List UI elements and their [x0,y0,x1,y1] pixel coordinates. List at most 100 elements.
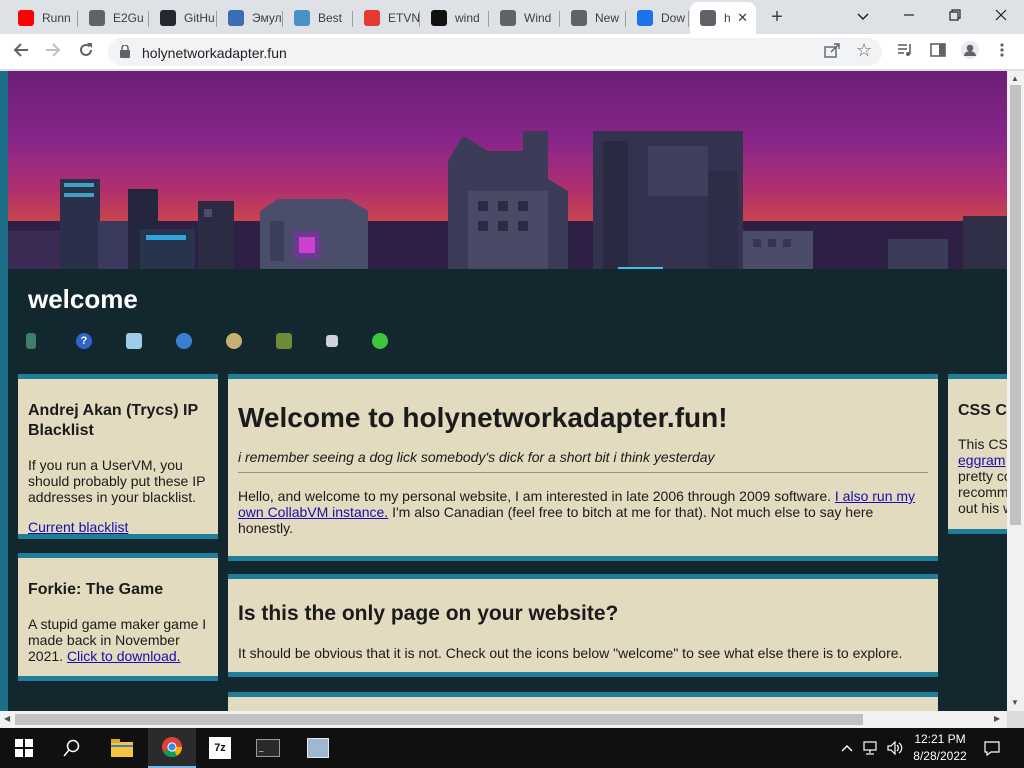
forkie-body: A stupid game maker game I made back in … [28,616,208,664]
tab-2[interactable]: E2Gu [79,2,149,34]
start-button[interactable] [0,728,48,768]
scroll-up-icon[interactable]: ▲ [1011,74,1019,83]
forward-button[interactable] [41,40,65,64]
globe-icon [500,10,516,26]
clock-time: 12:21 PM [914,732,966,746]
tab-separator [488,11,489,27]
forkie-download-link[interactable]: Click to download. [67,648,181,664]
close-window-button[interactable] [978,4,1024,28]
network-status[interactable] [860,728,882,768]
city-skyline-banner [8,71,1007,269]
tab-title: E2Gu [113,11,144,25]
vertical-scrollbar[interactable]: ▲ ▼ [1007,71,1024,711]
tab-title: GitHu [184,11,215,25]
vertical-scroll-thumb[interactable] [1010,85,1021,525]
profile-button[interactable] [958,40,982,64]
tab-10[interactable]: Dow [627,2,689,34]
taskbar-terminal[interactable]: _ [244,728,292,768]
css-heading: CSS C [958,402,1007,419]
tab-separator [282,11,283,27]
tab-11[interactable]: h ✕ [690,2,756,34]
clock-date: 8/28/2022 [913,749,967,763]
taskbar-7zip[interactable]: 7z [196,728,244,768]
horizontal-scroll-thumb[interactable] [15,714,863,725]
reload-button[interactable] [74,40,98,64]
tab-title: ETVN [388,11,420,25]
restore-button[interactable] [932,4,978,28]
help-icon[interactable]: ? [76,333,92,349]
media-controls-button[interactable] [893,40,917,64]
chrome-icon [571,10,587,26]
tab-9[interactable]: New [561,2,626,34]
tab-1[interactable]: Runn [8,2,78,34]
horizontal-scrollbar[interactable]: ◀ ▶ [0,711,1007,728]
tab-separator [77,11,78,27]
control-panel-icon [307,738,329,758]
close-tab-icon[interactable]: ✕ [737,10,748,26]
cube-icon[interactable] [276,333,292,349]
share-icon[interactable] [824,42,840,63]
document-icon[interactable] [126,333,142,349]
address-bar[interactable]: holynetworkadapter.fun ☆ [108,38,882,66]
tab-6[interactable]: ETVN [354,2,420,34]
tab-title: Эмул [252,11,282,25]
users-icon[interactable] [226,333,242,349]
back-button[interactable] [9,40,33,64]
kebab-menu-icon [1000,43,1004,57]
tab-3[interactable]: GitHu [150,2,217,34]
minimize-button[interactable] [886,4,932,28]
globe-icon [89,10,105,26]
skyline-illustration [8,131,1007,269]
tab-search-button[interactable] [840,4,886,28]
green-orb-icon[interactable] [372,333,388,349]
side-panel-button[interactable] [926,40,950,64]
tab-7[interactable]: wind [421,2,489,34]
chrome-icon [162,737,183,758]
nav-icon-bar: ? [26,333,422,349]
scroll-right-icon[interactable]: ▶ [994,714,1000,723]
tab-title: Best [318,11,343,25]
faq-heading: Is this the only page on your website? [238,602,619,625]
scroll-down-icon[interactable]: ▼ [1011,698,1019,707]
scrollbar-corner [1007,711,1024,728]
search-button[interactable] [48,728,96,768]
tab-separator [352,11,353,27]
file-explorer-icon [111,739,133,757]
avatar-icon [961,41,979,59]
css-author-link[interactable]: eggram [958,452,1005,468]
new-tab-button[interactable]: + [766,6,788,28]
github-icon [160,10,176,26]
forward-arrow-icon [46,43,61,57]
taskbar-clock[interactable]: 12:21 PM 8/28/2022 [900,731,980,765]
book-icon[interactable] [26,333,36,349]
taskbar-control-panel[interactable] [294,728,342,768]
tab-5[interactable]: Best [284,2,353,34]
tab-4[interactable]: Эмул [218,2,283,34]
bookmark-star-icon[interactable]: ☆ [856,40,872,61]
tab-title: Wind [524,11,552,25]
url-text: holynetworkadapter.fun [142,45,287,61]
css-panel: CSS C This CS eggram pretty co recomm ou… [948,374,1007,534]
back-arrow-icon [13,43,28,57]
taskbar-file-explorer[interactable] [98,728,146,768]
notification-center[interactable] [982,728,1002,768]
tab-title: New [595,11,620,25]
globe-network-icon[interactable] [176,333,192,349]
menu-button[interactable] [990,40,1014,64]
minimize-icon [904,14,914,16]
blacklist-link[interactable]: Current blacklist [28,519,208,535]
welcome-panel: Welcome to holynetworkadapter.fun! i rem… [228,374,938,561]
tab-separator [419,11,420,27]
taskbar-chrome[interactable] [148,728,196,768]
blacklist-body: If you run a UserVM, you should probably… [28,457,206,505]
tab-separator [148,11,149,27]
tab-title: wind [455,11,480,25]
tab-title: Dow [661,11,686,25]
blacklist-panel: Andrej Akan (Trycs) IP Blacklist If you … [18,374,218,539]
scroll-left-icon[interactable]: ◀ [4,714,10,723]
css-line-5: out his w [958,500,1007,516]
tab-8[interactable]: Wind [490,2,560,34]
computer-icon[interactable] [326,335,338,347]
tray-overflow[interactable] [838,728,856,768]
search-icon [63,739,80,757]
